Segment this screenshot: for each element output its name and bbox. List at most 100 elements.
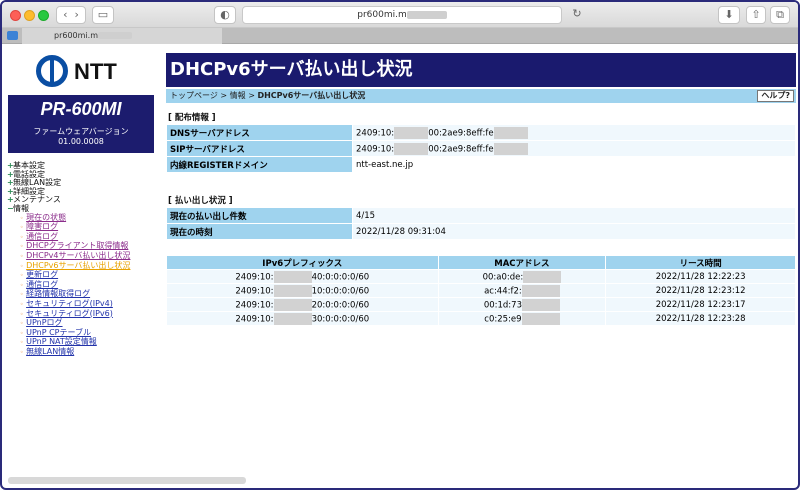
breadcrumb-separator: > [248,91,255,100]
sidebar-link[interactable]: 障害ログ [26,222,58,231]
sidebar-link[interactable]: セキュリティログ(IPv6) [26,309,113,318]
redacted-tab-title [98,32,132,39]
address-bar[interactable]: pr600mi.m [242,6,562,24]
breadcrumb-top-link[interactable]: トップページ [170,91,218,100]
table-row: 現在の時刻 2022/11/28 09:31:04 [166,223,796,240]
sidebar-link[interactable]: セキュリティログ(IPv4) [26,299,113,308]
firmware-label: ファームウェアバージョン [33,127,129,136]
breadcrumb-current: DHCPv6サーバ払い出し状況 [257,91,366,100]
lease-count-label: 現在の払い出し件数 [166,207,353,224]
value-part: 2409:10: [356,144,395,154]
back-forward-buttons[interactable]: ‹ › [56,6,86,24]
sidebar-icon: ▭ [97,8,109,21]
prefix-cell: 2409:10: 30:0:0:0:0/60 [166,311,439,326]
breadcrumb: トップページ > 情報 > DHCPv6サーバ払い出し状況 ヘルプ? [166,89,796,103]
shield-icon: ◐ [220,8,230,21]
table-header-row: IPv6プレフィックス MACアドレス リース時間 [166,255,796,270]
sidebar-link[interactable]: 経路情報取得ログ [26,289,90,299]
bullet-icon: ◦ [20,214,24,222]
table-row: 2409:10: 40:0:0:0:0/60 00:a0:de: 2022/11/… [166,269,796,284]
sidebar-link[interactable]: UPnPログ [26,318,62,327]
tabs-overview-button[interactable]: ⧉ [770,6,790,24]
bullet-icon: ◦ [20,281,24,289]
value-part: 2409:10: [235,300,274,310]
share-button[interactable]: ⇧ [746,6,766,24]
register-domain-label: 内線REGISTERドメイン [166,156,353,173]
bullet-icon: ◦ [20,300,24,308]
main-content: DHCPv6サーバ払い出し状況 トップページ > 情報 > DHCPv6サーバ払… [166,45,796,475]
table-row: 内線REGISTERドメイン ntt-east.ne.jp [166,156,796,173]
mac-cell: ac:44:f2: [437,283,607,298]
value-part: ac:44:f2: [484,286,522,296]
redacted-url [406,10,447,19]
site-favicon-icon [7,31,18,40]
sidebar-link[interactable]: 更新ログ [26,270,58,279]
zoom-window-button[interactable] [38,10,49,21]
minimize-window-button[interactable] [24,10,35,21]
sidebar-link[interactable]: DHCPクライアント取得情報 [26,241,128,251]
tab-title: pr600mi.m [54,31,98,40]
bullet-icon: ◦ [20,252,24,260]
redacted-block [273,312,312,325]
tab-router[interactable]: pr600mi.m [22,28,222,44]
page-title: DHCPv6サーバ払い出し状況 [166,53,796,87]
distribution-table: DNSサーバアドレス 2409:10: 00:2ae9:8eff:fe SIPサー… [166,124,796,173]
redacted-block [273,270,312,283]
redacted-block [522,298,560,311]
sidebar-link[interactable]: 無線LAN情報 [26,347,74,356]
sidebar-link[interactable]: 現在の状態 [26,213,66,222]
table-row: 2409:10: 30:0:0:0:0/60 c0:25:e9 2022/11/2… [166,311,796,326]
sidebar-toggle-button[interactable]: ▭ [92,6,114,24]
sidebar-link[interactable]: 通信ログ [26,232,58,241]
bullet-icon: ◦ [20,243,24,251]
redacted-block [394,142,429,155]
breadcrumb-info-link[interactable]: 情報 [230,91,246,100]
value-part: 40:0:0:0:0/60 [311,272,370,282]
value-part: 00:1d:73 [483,300,522,310]
prefix-cell: 2409:10: 10:0:0:0:0/60 [166,283,439,298]
model-banner: PR-600MI ファームウェアバージョン 01.00.0008 [8,95,154,153]
sidebar-link[interactable]: UPnP NAT設定情報 [26,337,97,346]
current-time-label: 現在の時刻 [166,223,353,240]
dns-server-label: DNSサーバアドレス [166,124,353,141]
status-bar-redacted [8,477,246,484]
sidebar-link[interactable]: UPnP CPテーブル [26,328,91,337]
logo-text: NTT [74,59,117,84]
bullet-icon: ◦ [20,320,24,328]
sidebar-link[interactable]: 通信ログ [26,280,58,289]
sidebar-menu: +基本設定 +電話設定 +無線LAN設定 +詳細設定 +メンテナンス −情報 ◦… [7,161,130,357]
redacted-block [521,284,560,297]
sidebar-link-active[interactable]: DHCPv6サーバ払い出し状況 [26,261,130,270]
reload-button[interactable]: ↻ [568,6,586,24]
downloads-button[interactable]: ⬇ [718,6,740,24]
lease-status-heading: [ 払い出し状況 ] [168,196,233,206]
breadcrumb-separator: > [220,91,228,100]
bullet-icon: ◦ [20,291,24,299]
redacted-block [493,126,528,139]
sidebar-link[interactable]: DHCPv4サーバ払い出し状況 [26,251,130,260]
mac-cell: 00:1d:73 [437,297,607,312]
value-part: 00:a0:de: [482,272,524,282]
help-button[interactable]: ヘルプ? [757,90,794,102]
chevron-left-icon[interactable]: ‹ [63,8,67,21]
mac-cell: c0:25:e9 [437,311,607,326]
lease-status-table: 現在の払い出し件数 4/15 現在の時刻 2022/11/28 09:31:04 [166,207,796,240]
lease-table: IPv6プレフィックス MACアドレス リース時間 2409:10: 40:0:0… [166,255,796,326]
bullet-icon: ◦ [20,262,24,270]
redacted-block [521,312,560,325]
share-icon: ⇧ [751,8,761,21]
redacted-block [273,298,312,311]
value-part: 2409:10: [235,314,274,324]
sidebar: NTT PR-600MI ファームウェアバージョン 01.00.0008 +基本… [2,45,160,475]
reload-icon: ↻ [572,7,582,20]
privacy-report-button[interactable]: ◐ [214,6,236,24]
tabs-icon: ⧉ [776,8,784,21]
close-window-button[interactable] [10,10,21,21]
chevron-right-icon[interactable]: › [75,8,79,21]
table-row: 2409:10: 10:0:0:0:0/60 ac:44:f2: 2022/11/… [166,283,796,298]
bullet-icon: ◦ [20,310,24,318]
sip-server-label: SIPサーバアドレス [166,140,353,157]
browser-window: ‹ › ▭ ◐ pr600mi.m ↻ ⬇ ⇧ ⧉ pr600mi.m NTT … [0,0,800,490]
table-row: 現在の払い出し件数 4/15 [166,207,796,224]
bullet-icon: ◦ [20,272,24,280]
